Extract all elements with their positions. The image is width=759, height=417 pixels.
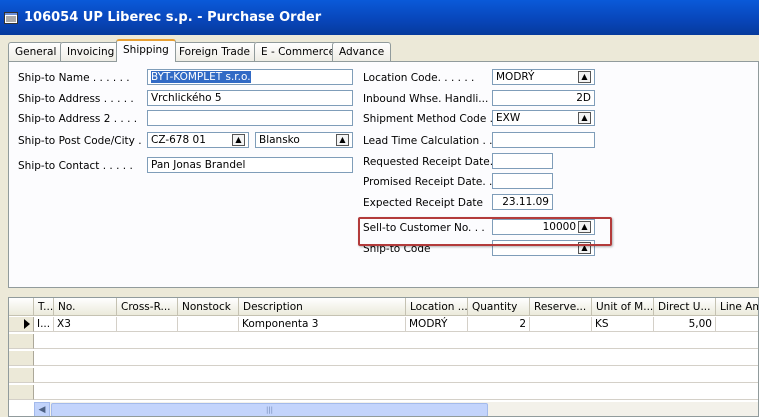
table-cell-nonstock[interactable] (178, 317, 239, 332)
ship-to-name-field[interactable]: BYT-KOMPLET s.r.o. (147, 69, 353, 85)
shipping-panel: Ship-to Name . . . . . . BYT-KOMPLET s.r… (8, 61, 759, 288)
promised-receipt-field[interactable] (492, 173, 553, 189)
window-title: 106054 UP Liberec s.p. - Purchase Order (24, 10, 322, 25)
horizontal-scrollbar[interactable]: ◀ ||| (34, 402, 758, 416)
col-header-type[interactable]: T... (34, 298, 54, 316)
table-row-empty[interactable] (34, 385, 758, 400)
ship-to-address2-field[interactable] (147, 110, 353, 126)
col-header-line-amount[interactable]: Line Amo (716, 298, 758, 316)
scrollbar-thumb[interactable]: ||| (51, 403, 488, 416)
tab-invoicing[interactable]: Invoicing (60, 42, 122, 61)
current-row-arrow-icon (24, 319, 30, 329)
requested-receipt-label: Requested Receipt Date. (363, 156, 494, 168)
sell-to-lookup-icon[interactable]: ▲ (578, 221, 591, 233)
purchase-lines-grid: T... No. Cross-R... Nonstock Description… (8, 297, 759, 417)
col-header-unit-of-measure[interactable]: Unit of M... (592, 298, 654, 316)
table-row-empty[interactable] (34, 334, 758, 349)
ship-to-address-label: Ship-to Address . . . . . (18, 93, 134, 105)
table-cell-location[interactable]: MODRÝ (406, 317, 468, 332)
post-code-lookup-icon[interactable]: ▲ (232, 134, 245, 146)
tab-shipping[interactable]: Shipping (116, 39, 176, 62)
ship-to-address2-label: Ship-to Address 2 . . . . (18, 113, 138, 125)
expected-receipt-label: Expected Receipt Date (363, 197, 483, 209)
col-header-location[interactable]: Location ... (406, 298, 468, 316)
ship-to-code-label: Ship-to Code (363, 243, 431, 255)
tab-advance[interactable]: Advance (332, 42, 392, 61)
table-cell-cross-ref[interactable] (117, 317, 178, 332)
ship-to-name-label: Ship-to Name . . . . . . (18, 72, 130, 84)
expected-receipt-field[interactable]: 23.11.09 (492, 194, 553, 210)
row-selector[interactable] (9, 351, 34, 366)
requested-receipt-field[interactable] (492, 153, 553, 169)
row-selector-current[interactable] (9, 317, 34, 332)
grid-corner-header (9, 298, 34, 316)
table-row-empty[interactable] (34, 368, 758, 383)
window-titlebar: 106054 UP Liberec s.p. - Purchase Order (0, 0, 759, 35)
col-header-quantity[interactable]: Quantity (468, 298, 530, 316)
col-header-nonstock[interactable]: Nonstock (178, 298, 239, 316)
location-code-label: Location Code. . . . . . (363, 72, 475, 84)
shipment-lookup-icon[interactable]: ▲ (578, 112, 591, 124)
table-cell-line-amount[interactable] (716, 317, 758, 332)
row-selector[interactable] (9, 368, 34, 383)
table-row-empty[interactable] (34, 351, 758, 366)
lead-time-label: Lead Time Calculation . . (363, 135, 493, 147)
table-cell-reserved[interactable] (530, 317, 592, 332)
ship-to-contact-field[interactable]: Pan Jonas Brandel (147, 157, 353, 173)
ship-to-post-city-label: Ship-to Post Code/City . (18, 135, 142, 147)
table-cell-description[interactable]: Komponenta 3 (239, 317, 406, 332)
ship-to-address-field[interactable]: Vrchlického 5 (147, 90, 353, 106)
col-header-cross-ref[interactable]: Cross-R... (117, 298, 178, 316)
scroll-left-arrow-icon[interactable]: ◀ (34, 402, 50, 416)
inbound-whse-field[interactable]: 2D (492, 90, 595, 106)
form-window-icon (4, 11, 18, 24)
ship-to-contact-label: Ship-to Contact . . . . . (18, 160, 133, 172)
table-cell-no[interactable]: X3 (54, 317, 117, 332)
shipment-method-label: Shipment Method Code . (363, 113, 493, 125)
col-header-description[interactable]: Description (239, 298, 406, 316)
table-cell-quantity[interactable]: 2 (468, 317, 530, 332)
table-cell-unit[interactable]: KS (592, 317, 654, 332)
city-lookup-icon[interactable]: ▲ (336, 134, 349, 146)
promised-receipt-label: Promised Receipt Date. . (363, 176, 493, 188)
table-cell-direct-cost[interactable]: 5,00 (654, 317, 716, 332)
row-selector[interactable] (9, 334, 34, 349)
sell-to-customer-label: Sell-to Customer No. . . (363, 222, 485, 234)
col-header-no[interactable]: No. (54, 298, 117, 316)
col-header-reserved[interactable]: Reserve... (530, 298, 592, 316)
lead-time-field[interactable] (492, 132, 595, 148)
tab-e-commerce[interactable]: E - Commerce (254, 42, 343, 61)
table-cell-type[interactable]: I... (34, 317, 54, 332)
row-selector[interactable] (9, 385, 34, 400)
inbound-whse-label: Inbound Whse. Handli... (363, 93, 489, 105)
tab-foreign-trade[interactable]: Foreign Trade (172, 42, 257, 61)
col-header-direct-unit-cost[interactable]: Direct U... (654, 298, 716, 316)
tab-general[interactable]: General (8, 42, 64, 61)
location-lookup-icon[interactable]: ▲ (578, 71, 591, 83)
ship-to-code-lookup-icon[interactable]: ▲ (578, 242, 591, 254)
